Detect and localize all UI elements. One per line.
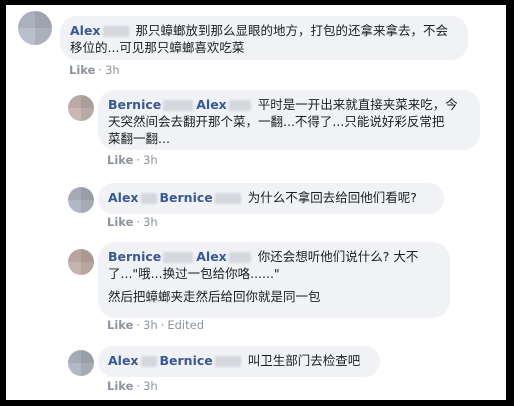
comment-text: 菜翻一翻... (108, 131, 170, 146)
avatar[interactable] (68, 187, 94, 213)
avatar[interactable] (68, 95, 94, 121)
like-button[interactable]: Like (107, 379, 133, 393)
author-name[interactable]: Bernice (108, 249, 161, 264)
author-name[interactable]: Alex (70, 23, 101, 38)
comment-bubble: Alex Bernice 为什么不拿回去给回他们看呢? (98, 183, 444, 214)
like-button[interactable]: Like (107, 215, 133, 229)
comment-bubble: Alex 那只蟑螂放到那么显眼的地方，打包的还拿来拿去，不会 移位的...可见那… (60, 16, 468, 60)
redacted-name (214, 356, 241, 367)
redacted-name (140, 193, 157, 204)
comment-thread: Alex 那只蟑螂放到那么显眼的地方，打包的还拿来拿去，不会 移位的...可见那… (6, 5, 506, 400)
mention-name[interactable]: Alex (196, 97, 227, 112)
comment-actions: Like · 3h (107, 153, 158, 167)
comment-bubble: Bernice Alex 你还会想听他们说什么? 大不 了..."哦...换过一包… (98, 242, 450, 318)
like-button[interactable]: Like (107, 153, 133, 167)
author-name[interactable]: Bernice (108, 97, 161, 112)
redacted-name (102, 26, 129, 37)
comment-actions: Like · 3h (69, 63, 120, 77)
comment-text: 你还会想听他们说什么? 大不 (257, 249, 419, 264)
comment-text: 平时是一开出来就直接夹菜来吃，今 (257, 97, 458, 112)
comment-text: 移位的...可见那只蟑螂喜欢吃菜 (70, 40, 245, 55)
timestamp[interactable]: 3h (105, 63, 120, 77)
avatar[interactable] (18, 11, 52, 45)
timestamp[interactable]: 3h (143, 379, 158, 393)
author-name[interactable]: Alex (108, 190, 139, 205)
timestamp[interactable]: 3h (143, 153, 158, 167)
timestamp[interactable]: 3h (143, 215, 158, 229)
comment-text: 然后把蟑螂夹走然后给回你就是同一包 (108, 289, 321, 304)
comment-bubble: Alex Bernice 叫卫生部门去检查吧 (98, 346, 380, 377)
timestamp[interactable]: 3h (143, 318, 158, 332)
like-button[interactable]: Like (107, 318, 133, 332)
comment-text: 叫卫生部门去检查吧 (247, 353, 361, 368)
avatar[interactable] (68, 249, 94, 275)
redacted-name (214, 193, 241, 204)
comment-actions: Like · 3h (107, 215, 158, 229)
edited-label[interactable]: Edited (167, 318, 204, 332)
mention-name[interactable]: Bernice (160, 353, 213, 368)
redacted-name (163, 252, 194, 263)
redacted-name (140, 356, 157, 367)
redacted-name (163, 100, 194, 111)
mention-name[interactable]: Bernice (160, 190, 213, 205)
author-name[interactable]: Alex (108, 353, 139, 368)
redacted-name (228, 252, 251, 263)
comment-text: 天突然间会去翻开那个菜，一翻...不得了...只能说好彩反常把 (108, 114, 445, 129)
comment-actions: Like · 3h (107, 379, 158, 393)
mention-name[interactable]: Alex (196, 249, 227, 264)
comment-text: 为什么不拿回去给回他们看呢? (247, 190, 417, 205)
comment-actions: Like · 3h · Edited (107, 318, 204, 332)
comment-text: 了..."哦...换过一包给你咯......" (108, 266, 280, 281)
like-button[interactable]: Like (69, 63, 95, 77)
comment-text: 那只蟑螂放到那么显眼的地方，打包的还拿来拿去，不会 (135, 23, 448, 38)
redacted-name (228, 100, 251, 111)
comment-bubble: Bernice Alex 平时是一开出来就直接夹菜来吃，今 天突然间会去翻开那个菜… (98, 90, 480, 150)
avatar[interactable] (68, 350, 94, 376)
